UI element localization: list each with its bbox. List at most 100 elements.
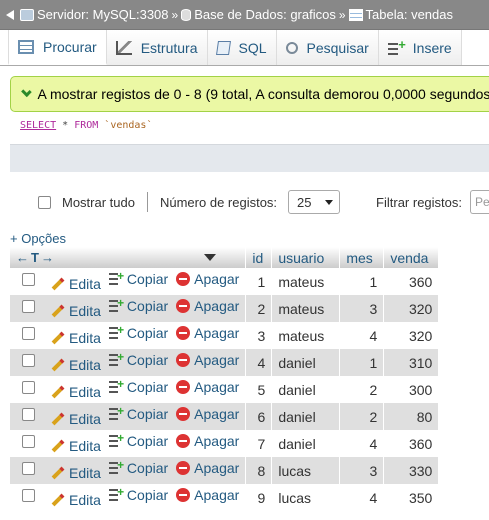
delete-button[interactable]: Apagar [176, 487, 239, 503]
cell-venda[interactable]: 350 [383, 484, 440, 511]
edit-button[interactable]: Edita [51, 276, 101, 292]
edit-button[interactable]: Edita [51, 330, 101, 346]
cell-id[interactable]: 8 [245, 457, 273, 484]
delete-button[interactable]: Apagar [176, 406, 239, 422]
sql-keyword-select[interactable]: SELECT [20, 120, 56, 131]
cell-id[interactable]: 5 [245, 376, 273, 403]
delete-button[interactable]: Apagar [176, 352, 239, 368]
row-checkbox[interactable] [22, 462, 35, 475]
cell-venda[interactable]: 310 [383, 349, 440, 376]
show-all-checkbox[interactable] [38, 195, 51, 209]
cell-mes[interactable]: 4 [339, 430, 385, 457]
cell-venda[interactable]: 300 [383, 376, 440, 403]
copy-button[interactable]: Copiar [108, 323, 168, 341]
delete-button[interactable]: Apagar [176, 460, 239, 476]
header-mes[interactable]: mes [339, 247, 385, 268]
cell-usuario[interactable]: mateus [271, 268, 341, 295]
header-id[interactable]: id [245, 247, 273, 268]
options-link[interactable]: + Opções [10, 231, 66, 246]
copy-button[interactable]: Copiar [108, 350, 168, 368]
tab-search[interactable]: Pesquisar [276, 30, 379, 65]
edit-button[interactable]: Edita [51, 492, 101, 508]
copy-button[interactable]: Copiar [108, 485, 168, 503]
row-checkbox[interactable] [22, 435, 35, 448]
copy-button[interactable]: Copiar [108, 431, 168, 449]
cell-id[interactable]: 7 [245, 430, 273, 457]
cell-venda[interactable]: 80 [383, 403, 440, 430]
table-row[interactable]: Edita Copiar Apagar 9lucas4350 [10, 484, 440, 511]
cell-usuario[interactable]: lucas [271, 457, 341, 484]
header-venda[interactable]: venda [383, 247, 440, 268]
copy-button[interactable]: Copiar [108, 269, 168, 287]
row-checkbox[interactable] [22, 408, 35, 421]
cell-mes[interactable]: 1 [339, 349, 385, 376]
cell-mes[interactable]: 3 [339, 457, 385, 484]
cell-id[interactable]: 6 [245, 403, 273, 430]
row-checkbox[interactable] [22, 327, 35, 340]
row-checkbox[interactable] [22, 300, 35, 313]
table-row[interactable]: EditaCopiarApagar1mateus1360 [10, 268, 440, 295]
breadcrumb-server[interactable]: Servidor: MySQL:3308 [37, 7, 169, 22]
table-row[interactable]: Edita Copiar Apagar 4daniel1310 [10, 349, 440, 376]
cell-mes[interactable]: 2 [339, 403, 385, 430]
back-arrow-icon[interactable] [6, 9, 14, 20]
cell-venda[interactable]: 320 [383, 295, 440, 322]
tab-structure[interactable]: Estrutura [106, 30, 208, 65]
cell-venda[interactable]: 320 [383, 322, 440, 349]
row-checkbox[interactable] [22, 273, 35, 286]
row-checkbox[interactable] [22, 354, 35, 367]
delete-button[interactable]: Apagar [176, 271, 239, 287]
cell-id[interactable]: 2 [245, 295, 273, 322]
table-row[interactable]: Edita Copiar Apagar 7daniel4360 [10, 430, 440, 457]
tab-sql[interactable]: SQL [207, 30, 277, 65]
cell-id[interactable]: 1 [245, 268, 273, 295]
cell-mes[interactable]: 1 [339, 268, 385, 295]
cell-mes[interactable]: 4 [339, 484, 385, 511]
table-row[interactable]: Edita Copiar Apagar 8lucas3330 [10, 457, 440, 484]
edit-button[interactable]: Edita [51, 465, 101, 481]
breadcrumb-table[interactable]: Tabela: vendas [366, 7, 453, 22]
cell-usuario[interactable]: mateus [271, 322, 341, 349]
copy-button[interactable]: Copiar [108, 296, 168, 314]
cell-usuario[interactable]: daniel [271, 376, 341, 403]
table-row[interactable]: Edita Copiar Apagar 5daniel2300 [10, 376, 440, 403]
header-usuario[interactable]: usuario [271, 247, 341, 268]
cell-usuario[interactable]: daniel [271, 349, 341, 376]
copy-button[interactable]: Copiar [108, 377, 168, 395]
edit-button[interactable]: Edita [51, 357, 101, 373]
tab-browse[interactable]: Procurar [8, 30, 107, 65]
row-checkbox[interactable] [22, 489, 35, 502]
sort-caret-icon[interactable] [203, 254, 216, 261]
cell-id[interactable]: 4 [245, 349, 273, 376]
tab-insert[interactable]: Insere [378, 30, 462, 65]
cell-mes[interactable]: 3 [339, 295, 385, 322]
cell-usuario[interactable]: daniel [271, 403, 341, 430]
cell-usuario[interactable]: daniel [271, 430, 341, 457]
table-row[interactable]: Edita Copiar Apagar 3mateus4320 [10, 322, 440, 349]
cell-id[interactable]: 3 [245, 322, 273, 349]
cell-usuario[interactable]: mateus [271, 295, 341, 322]
cell-venda[interactable]: 360 [383, 430, 440, 457]
cell-venda[interactable]: 360 [383, 268, 440, 295]
copy-button[interactable]: Copiar [108, 458, 168, 476]
edit-button[interactable]: Edita [51, 438, 101, 454]
table-row[interactable]: Edita Copiar Apagar 6daniel280 [10, 403, 440, 430]
edit-button[interactable]: Edita [51, 303, 101, 319]
table-row[interactable]: Edita Copiar Apagar 2mateus3320 [10, 295, 440, 322]
edit-button[interactable]: Edita [51, 384, 101, 400]
cell-mes[interactable]: 2 [339, 376, 385, 403]
column-arrows[interactable]: ← T → [16, 250, 239, 265]
row-checkbox[interactable] [22, 381, 35, 394]
delete-button[interactable]: Apagar [176, 298, 239, 314]
cell-mes[interactable]: 4 [339, 322, 385, 349]
edit-button[interactable]: Edita [51, 411, 101, 427]
delete-button[interactable]: Apagar [176, 379, 239, 395]
delete-button[interactable]: Apagar [176, 325, 239, 341]
copy-button[interactable]: Copiar [108, 404, 168, 422]
delete-button[interactable]: Apagar [176, 433, 239, 449]
cell-id[interactable]: 9 [245, 484, 273, 511]
cell-usuario[interactable]: lucas [271, 484, 341, 511]
show-all-label[interactable]: Mostrar tudo [62, 195, 135, 210]
rows-count-select[interactable]: 25 [288, 190, 341, 214]
cell-venda[interactable]: 330 [383, 457, 440, 484]
